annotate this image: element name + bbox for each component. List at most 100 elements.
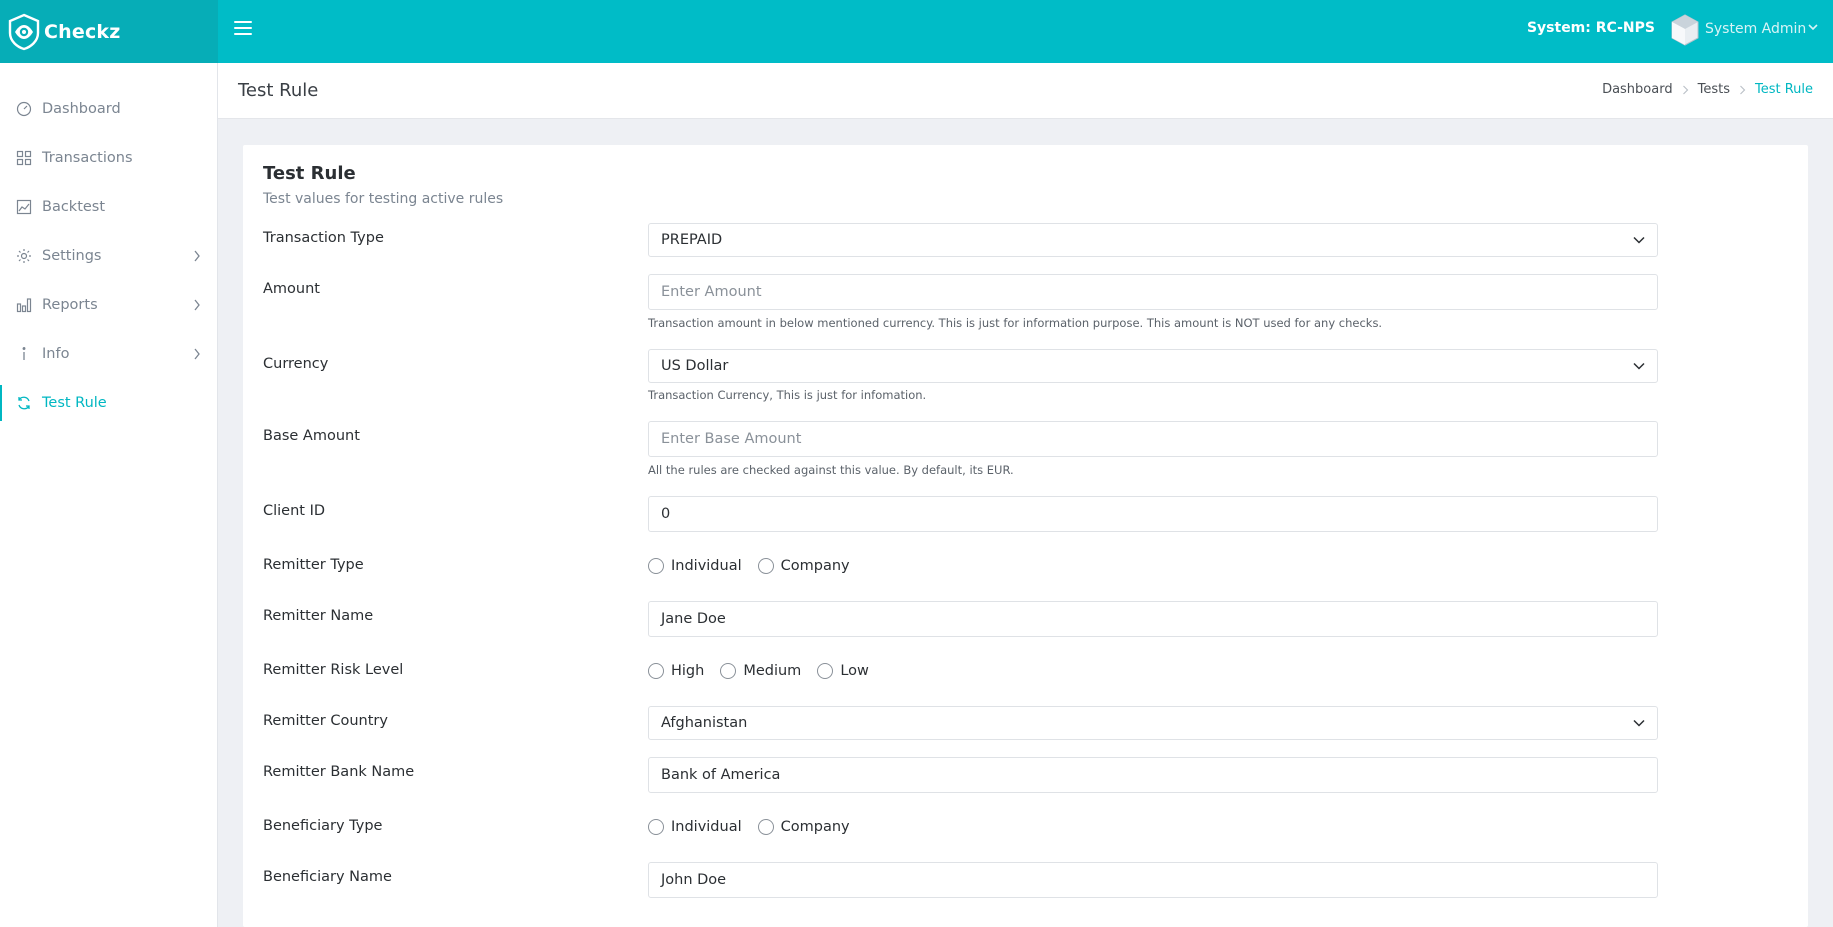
radio-label: Individual bbox=[671, 819, 742, 835]
radio-circle[interactable] bbox=[648, 663, 664, 679]
client-id-label: Client ID bbox=[263, 503, 326, 519]
sidebar: Dashboard Transactions Backtest Settings… bbox=[0, 63, 218, 927]
beneficiary-type-individual-radio[interactable]: Individual bbox=[648, 819, 742, 835]
grid-icon bbox=[15, 149, 33, 167]
dashboard-gauge-icon bbox=[15, 100, 33, 118]
remitter-country-label: Remitter Country bbox=[263, 713, 388, 729]
remitter-risk-radio-group: High Medium Low bbox=[648, 663, 885, 679]
sidebar-item-backtest[interactable]: Backtest bbox=[0, 189, 218, 225]
remitter-bank-label: Remitter Bank Name bbox=[263, 764, 415, 780]
sidebar-item-transactions[interactable]: Transactions bbox=[0, 140, 218, 176]
sidebar-item-dashboard[interactable]: Dashboard bbox=[0, 91, 218, 127]
remitter-type-company-radio[interactable]: Company bbox=[757, 558, 850, 574]
radio-circle[interactable] bbox=[757, 819, 774, 835]
system-label: System: RC-NPS bbox=[1526, 20, 1655, 36]
amount-label: Amount bbox=[263, 281, 320, 297]
brand-logo-icon bbox=[8, 13, 40, 50]
top-bar: Checkz System: RC-NPS System Admin bbox=[0, 0, 1833, 63]
beneficiary-name-label: Beneficiary Name bbox=[263, 869, 392, 885]
page-title: Test Rule bbox=[238, 80, 319, 101]
base-amount-input[interactable] bbox=[661, 431, 1657, 447]
sidebar-item-reports[interactable]: Reports bbox=[0, 287, 218, 323]
breadcrumb: Dashboard Tests Test Rule bbox=[1602, 82, 1813, 97]
sidebar-item-info[interactable]: Info bbox=[0, 336, 218, 372]
transaction-type-label: Transaction Type bbox=[263, 230, 384, 246]
radio-circle[interactable] bbox=[720, 663, 737, 679]
sidebar-item-label: Dashboard bbox=[42, 101, 121, 117]
page-header: Test Rule Dashboard Tests Test Rule bbox=[218, 63, 1833, 119]
remitter-risk-medium-radio[interactable]: Medium bbox=[720, 663, 801, 679]
beneficiary-name-field[interactable]: John Doe bbox=[648, 862, 1658, 898]
user-avatar-icon[interactable] bbox=[1670, 14, 1700, 46]
radio-label: Individual bbox=[671, 558, 742, 574]
currency-label: Currency bbox=[263, 356, 329, 372]
breadcrumb-dashboard[interactable]: Dashboard bbox=[1602, 82, 1673, 97]
beneficiary-type-radio-group: Individual Company bbox=[648, 819, 866, 835]
sidebar-item-label: Reports bbox=[42, 297, 98, 313]
currency-select[interactable]: US Dollar bbox=[648, 349, 1658, 383]
remitter-country-value: Afghanistan bbox=[661, 715, 748, 731]
amount-field[interactable] bbox=[648, 274, 1658, 310]
sidebar-item-label: Info bbox=[42, 346, 70, 362]
remitter-bank-field[interactable]: Bank of America bbox=[648, 757, 1658, 793]
chevron-right-icon bbox=[194, 299, 200, 311]
radio-circle[interactable] bbox=[648, 819, 664, 835]
base-amount-field[interactable] bbox=[648, 421, 1658, 457]
remitter-name-label: Remitter Name bbox=[263, 608, 374, 624]
radio-circle[interactable] bbox=[817, 663, 834, 679]
base-amount-help: All the rules are checked against this v… bbox=[648, 463, 1014, 477]
radio-circle[interactable] bbox=[757, 558, 774, 574]
radio-label: Company bbox=[780, 819, 850, 835]
test-rule-card: Test Rule Test values for testing active… bbox=[243, 145, 1808, 927]
remitter-risk-high-radio[interactable]: High bbox=[648, 663, 704, 679]
chevron-down-icon bbox=[1633, 236, 1645, 244]
beneficiary-type-label: Beneficiary Type bbox=[263, 818, 383, 834]
remitter-bank-value: Bank of America bbox=[661, 767, 781, 783]
refresh-icon bbox=[15, 394, 33, 412]
radio-circle[interactable] bbox=[648, 558, 664, 574]
radio-label: Low bbox=[840, 663, 869, 679]
beneficiary-type-company-radio[interactable]: Company bbox=[757, 819, 850, 835]
base-amount-label: Base Amount bbox=[263, 428, 360, 444]
sidebar-item-label: Backtest bbox=[42, 199, 106, 215]
beneficiary-name-value: John Doe bbox=[661, 872, 727, 888]
remitter-name-field[interactable]: Jane Doe bbox=[648, 601, 1658, 637]
remitter-name-value: Jane Doe bbox=[661, 611, 726, 627]
chevron-right-icon bbox=[1740, 85, 1746, 94]
client-id-field[interactable]: 0 bbox=[648, 496, 1658, 532]
remitter-type-individual-radio[interactable]: Individual bbox=[648, 558, 742, 574]
image-chart-icon bbox=[15, 198, 33, 216]
radio-label: Company bbox=[780, 558, 850, 574]
chevron-right-icon bbox=[194, 348, 200, 360]
remitter-risk-label: Remitter Risk Level bbox=[263, 662, 404, 678]
transaction-type-select[interactable]: PREPAID bbox=[648, 223, 1658, 257]
brand[interactable]: Checkz bbox=[0, 0, 218, 63]
radio-label: Medium bbox=[743, 663, 802, 679]
sidebar-item-test-rule[interactable]: Test Rule bbox=[0, 385, 218, 421]
card-title: Test Rule bbox=[263, 163, 356, 184]
transaction-type-value: PREPAID bbox=[661, 232, 723, 248]
chevron-right-icon bbox=[194, 250, 200, 262]
remitter-risk-low-radio[interactable]: Low bbox=[817, 663, 869, 679]
chevron-down-icon bbox=[1633, 362, 1645, 370]
info-icon bbox=[15, 345, 33, 363]
remitter-country-select[interactable]: Afghanistan bbox=[648, 706, 1658, 740]
chevron-down-icon[interactable] bbox=[1808, 23, 1818, 31]
brand-name: Checkz bbox=[44, 20, 121, 43]
card-subtitle: Test values for testing active rules bbox=[263, 191, 504, 207]
bar-chart-icon bbox=[15, 296, 33, 314]
breadcrumb-tests[interactable]: Tests bbox=[1698, 82, 1730, 97]
amount-input[interactable] bbox=[661, 284, 1657, 300]
sidebar-item-label: Test Rule bbox=[42, 395, 107, 411]
gear-icon bbox=[15, 247, 33, 265]
sidebar-item-settings[interactable]: Settings bbox=[0, 238, 218, 274]
chevron-right-icon bbox=[1682, 85, 1688, 94]
currency-help: Transaction Currency, This is just for i… bbox=[648, 388, 927, 402]
user-name[interactable]: System Admin bbox=[1705, 21, 1806, 37]
client-id-value: 0 bbox=[661, 506, 671, 522]
chevron-down-icon bbox=[1633, 719, 1645, 727]
sidebar-item-label: Transactions bbox=[42, 150, 133, 166]
amount-help: Transaction amount in below mentioned cu… bbox=[648, 316, 1383, 330]
menu-toggle-icon[interactable] bbox=[234, 21, 252, 35]
sidebar-item-label: Settings bbox=[42, 248, 102, 264]
